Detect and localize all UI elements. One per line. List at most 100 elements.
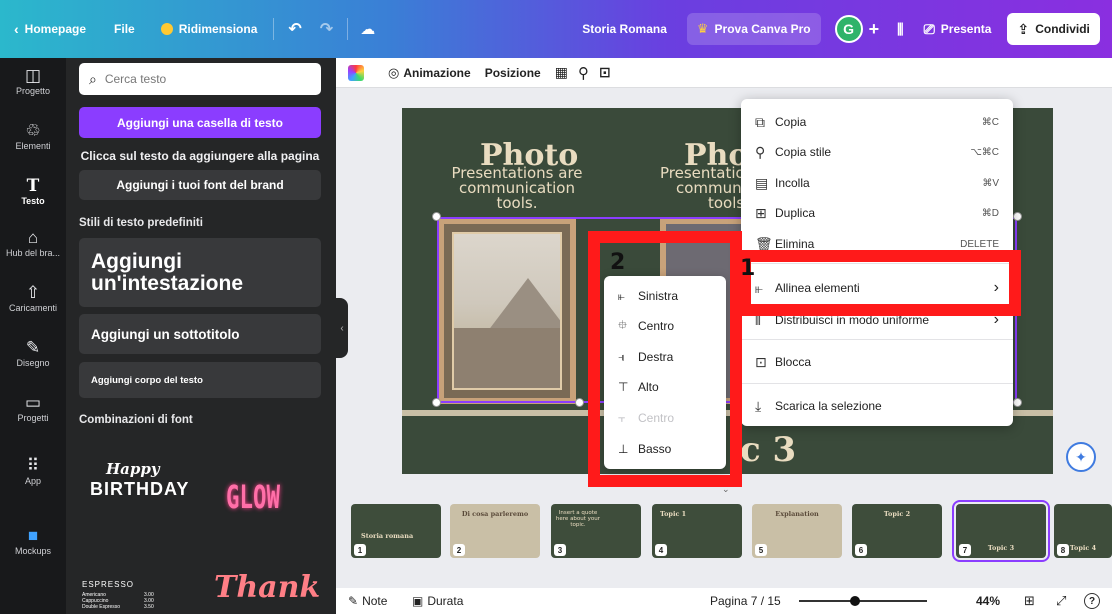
selection-handle[interactable] (432, 398, 441, 407)
notes-button[interactable]: ✎ Note (348, 594, 387, 608)
divider (273, 18, 275, 40)
menu-item-copy[interactable]: ⧉ Copia ⌘C (741, 108, 1013, 136)
share-button[interactable]: ⇪ Condividi (1007, 13, 1100, 45)
slide-topic-text[interactable]: c 3 (740, 430, 796, 470)
try-pro-button[interactable]: ♛ Prova Canva Pro (686, 13, 821, 45)
document-title[interactable]: Storia Romana (582, 22, 667, 36)
brand-hub-icon: ⌂ (27, 228, 39, 247)
rail-item-progetto[interactable]: ◫ Progetto (0, 66, 66, 96)
add-subheading-button[interactable]: Aggiungi un sottotitolo (79, 314, 321, 354)
add-heading-button[interactable]: Aggiungi un'intestazione (79, 238, 321, 307)
sparkle-icon: ✦ (1075, 448, 1087, 465)
redo-icon: ↷ (319, 21, 334, 38)
present-button[interactable]: ⎚ Presenta (924, 21, 992, 38)
animation-icon: ◎ (388, 64, 400, 80)
cloud-save-button[interactable]: ☁ (360, 20, 375, 38)
add-body-button[interactable]: Aggiungi corpo del testo (79, 362, 321, 398)
animation-button[interactable]: ◎ Animazione (388, 65, 471, 81)
page-thumbnail[interactable]: Explanation 5 (752, 504, 842, 558)
rail-item-mockups[interactable]: ■ Mockups (0, 526, 66, 556)
page-indicator[interactable]: Pagina 7 / 15 (710, 594, 781, 608)
position-button[interactable]: Posizione (485, 66, 541, 80)
font-combo-espresso[interactable]: ESPRESSO Americano 3.00 Cappuccino 3.00 … (82, 580, 192, 610)
copy-style-button[interactable]: ⚲ (578, 64, 589, 82)
duration-button[interactable]: ▣ Durata (412, 594, 463, 608)
chevron-left-icon: ‹ (340, 322, 344, 334)
help-button[interactable]: ? (1084, 593, 1100, 609)
search-input[interactable]: ⌕ Cerca testo (79, 63, 321, 95)
help-icon: ? (1088, 595, 1096, 607)
page-thumbnail[interactable]: Topic 4 8 (1054, 504, 1112, 558)
font-combos-heading: Combinazioni di font (79, 414, 193, 426)
page-thumbnail[interactable]: Storia romana 1 (351, 504, 441, 558)
page-thumbnail[interactable]: Insert a quote here about your topic. 3 (551, 504, 641, 558)
rail-item-elementi[interactable]: ♲ Elementi (0, 121, 66, 151)
page-thumbnail[interactable]: Topic 1 4 (652, 504, 742, 558)
layout-icon: ◫ (24, 66, 42, 85)
notes-icon: ✎ (348, 594, 359, 608)
menu-divider (741, 339, 1013, 340)
menu-item-lock[interactable]: ⊡ Blocca (741, 348, 1013, 376)
mockups-icon: ■ (27, 526, 39, 545)
folder-icon: ▭ (24, 393, 42, 412)
expand-icon: ⤢ (1056, 593, 1067, 608)
page-thumbnail-selected[interactable]: Topic 3 7 (952, 500, 1050, 562)
rail-item-progetti[interactable]: ▭ Progetti (0, 393, 66, 423)
context-toolbar: ◎ Animazione Posizione ▦ ⚲ ⊡ (336, 58, 1112, 88)
slide-subtitle-2c[interactable]: tools (708, 196, 744, 211)
crown-icon (160, 23, 173, 35)
selection-handle[interactable] (1013, 398, 1022, 407)
transparency-button[interactable]: ▦ (555, 64, 568, 81)
avatar[interactable]: G (834, 15, 863, 43)
rail-item-brand-hub[interactable]: ⌂ Hub del bra... (0, 228, 66, 258)
slide-subtitle-1[interactable]: Presentations are communication tools. (440, 166, 594, 211)
selection-handle[interactable] (432, 212, 441, 221)
crown-icon: ♛ (696, 21, 709, 36)
lock-button[interactable]: ⊡ (599, 64, 611, 81)
add-collaborator-button[interactable]: + (869, 19, 880, 40)
annotation-label-1: 1 (740, 256, 756, 281)
redo-button[interactable]: ↷ (320, 19, 333, 39)
magic-sparkle-button[interactable]: ✦ (1066, 442, 1096, 472)
bar-chart-icon: ⫼ (897, 20, 904, 37)
menu-item-duplicate[interactable]: ⊞ Duplica ⌘D (741, 199, 1013, 227)
rail-item-disegno[interactable]: ✎ Disegno (0, 338, 66, 368)
grid-view-button[interactable]: ⊞ (1024, 593, 1035, 609)
zoom-slider-track[interactable] (799, 600, 927, 602)
page-thumbnail[interactable]: Topic 2 6 (852, 504, 942, 558)
annotation-box-align (739, 250, 1021, 316)
home-button[interactable]: ‹ Homepage (14, 21, 86, 37)
page-thumbnail[interactable]: Di cosa parleremo 2 (450, 504, 540, 558)
grid-icon: ⊞ (1024, 593, 1035, 608)
file-menu[interactable]: File (114, 22, 135, 36)
elements-icon: ♲ (25, 121, 41, 140)
zoom-level[interactable]: 44% (976, 594, 1000, 608)
search-icon: ⌕ (89, 70, 97, 87)
rail-item-app[interactable]: ⠿ App (0, 456, 66, 486)
menu-item-paste[interactable]: ▤ Incolla ⌘V (741, 169, 1013, 197)
selection-handle[interactable] (575, 398, 584, 407)
menu-item-download-selection[interactable]: ⤓ Scarica la selezione (741, 392, 1013, 420)
rail-item-testo[interactable]: T Testo (0, 176, 66, 206)
font-combo-thank[interactable]: Thank (214, 570, 320, 605)
zoom-slider-handle[interactable] (850, 596, 861, 606)
top-bar: ‹ Homepage File Ridimensiona ↶ ↷ ☁ Stori… (0, 0, 1112, 58)
font-combo-glow[interactable]: GLOW (226, 478, 280, 516)
resize-button[interactable]: Ridimensiona (160, 22, 257, 36)
duplicate-icon: ⊞ (755, 204, 767, 221)
clipboard-icon: ▤ (755, 174, 769, 191)
apps-icon: ⠿ (26, 456, 40, 475)
rail-item-caricamenti[interactable]: ⇧ Caricamenti (0, 283, 66, 313)
color-picker-icon[interactable] (348, 64, 364, 81)
selection-handle[interactable] (1013, 212, 1022, 221)
upload-icon: ⇧ (25, 283, 41, 302)
undo-button[interactable]: ↶ (288, 19, 301, 39)
menu-item-copy-style[interactable]: ⚲ Copia stile ⌥⌘C (741, 138, 1013, 166)
checkerboard-icon: ▦ (554, 64, 568, 80)
insights-button[interactable]: ⫼ (897, 21, 903, 38)
collapse-panel-button[interactable]: ‹ (336, 298, 348, 358)
font-combo-happy-birthday[interactable]: Happy BIRTHDAY (86, 458, 196, 518)
fullscreen-button[interactable]: ⤢ (1056, 593, 1066, 609)
brand-fonts-button[interactable]: Aggiungi i tuoi font del brand (79, 170, 321, 200)
add-textbox-button[interactable]: Aggiungi una casella di testo (79, 107, 321, 138)
